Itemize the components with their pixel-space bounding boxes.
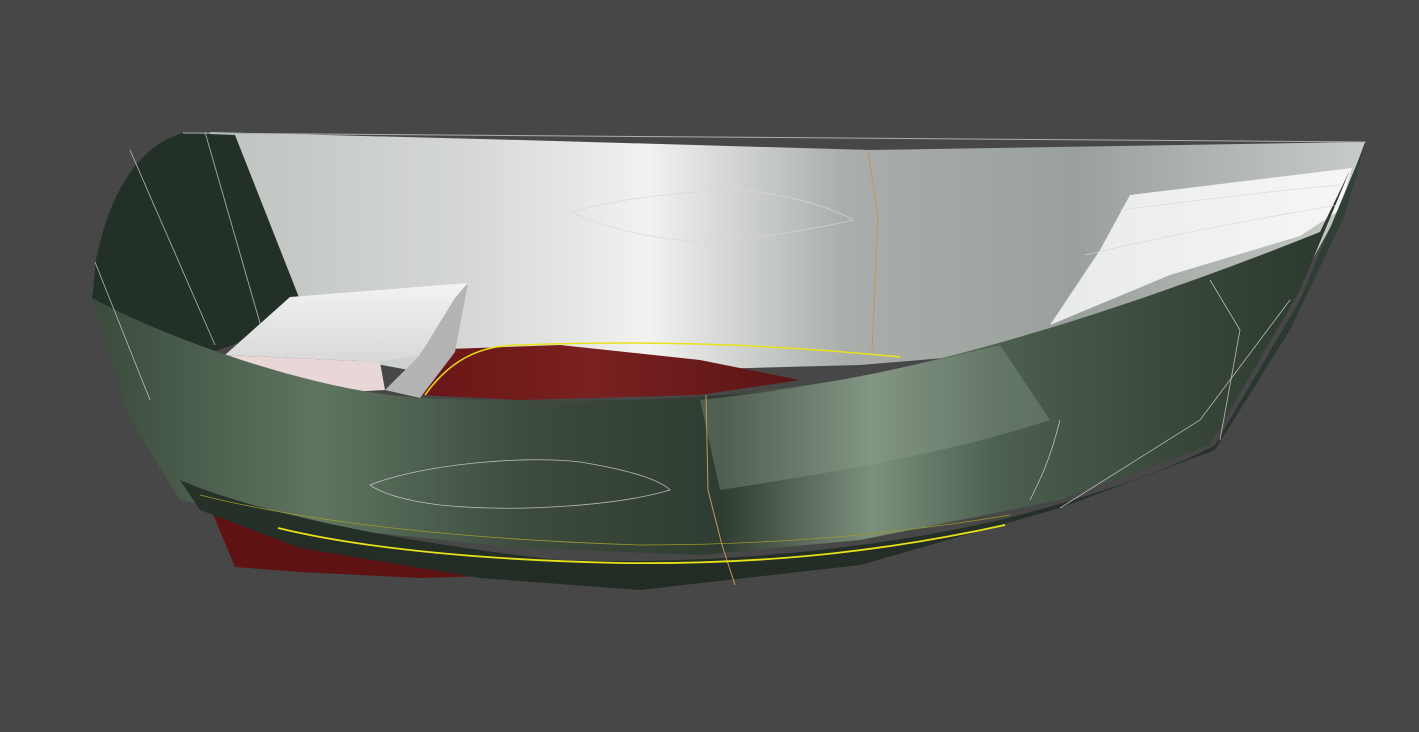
3d-viewport[interactable] [0, 0, 1419, 732]
boat-hull-render[interactable] [0, 0, 1419, 732]
